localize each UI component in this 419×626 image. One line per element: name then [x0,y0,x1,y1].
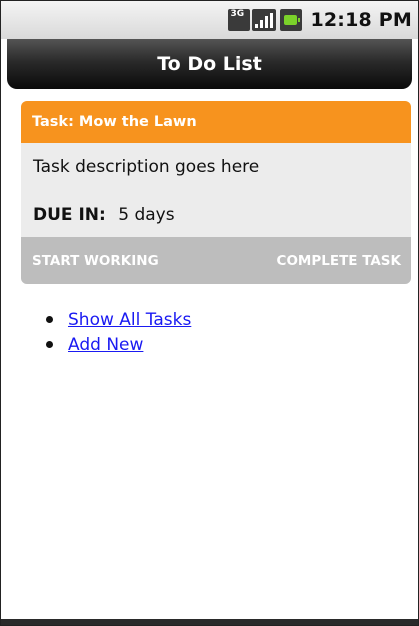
status-bar: 3G 12:18 PM [1,1,418,39]
title-bar: To Do List [7,39,412,89]
status-clock: 12:18 PM [310,9,412,31]
list-item: Show All Tasks [27,307,191,332]
list-item: Add New [27,332,191,357]
task-header: Task: Mow the Lawn [21,101,411,143]
task-title: Task: Mow the Lawn [32,114,197,130]
task-actions: START WORKING COMPLETE TASK [21,237,411,284]
task-body: Task description goes here DUE IN: 5 day… [21,143,411,237]
show-all-tasks-link[interactable]: Show All Tasks [68,310,191,330]
bullet-icon [46,341,53,348]
page-title: To Do List [157,53,262,75]
nav-links: Show All Tasks Add New [27,307,191,357]
bullet-icon [46,316,53,323]
battery-icon [280,9,303,31]
due-label: DUE IN: [33,205,106,225]
signal-strength-icon [252,9,277,31]
complete-task-button[interactable]: COMPLETE TASK [277,253,401,269]
due-value: 5 days [118,205,175,225]
status-icons: 3G 12:18 PM [228,9,412,31]
task-card: Task: Mow the Lawn Task description goes… [21,101,411,284]
due-row: DUE IN: 5 days [33,205,175,225]
task-description: Task description goes here [33,157,260,177]
network-3g-icon: 3G [228,9,251,31]
network-label: 3G [230,9,245,19]
bottom-bar [1,619,418,625]
start-working-button[interactable]: START WORKING [32,253,159,269]
add-new-link[interactable]: Add New [68,335,143,355]
phone-screen: 3G 12:18 PM To Do List Task: Mow the Law… [0,0,419,626]
